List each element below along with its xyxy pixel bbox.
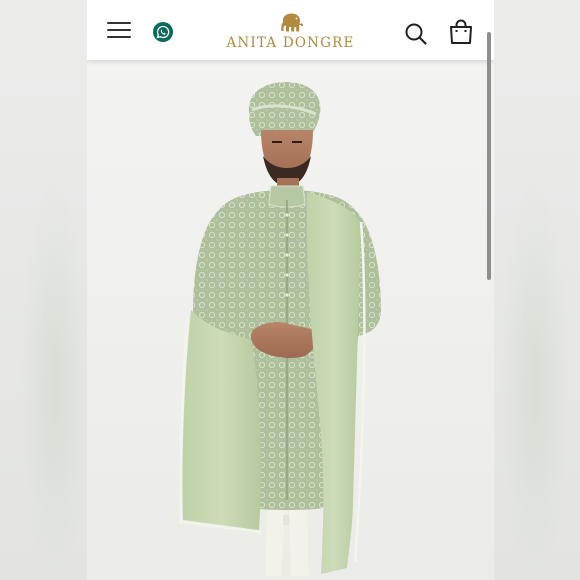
site-header: ANITA DONGRE	[87, 0, 494, 60]
elephant-logo-icon	[280, 13, 303, 32]
page-scrollbar[interactable]	[485, 0, 494, 580]
shopping-bag-icon[interactable]	[449, 19, 473, 45]
scrollbar-thumb[interactable]	[487, 32, 491, 280]
whatsapp-icon[interactable]	[153, 22, 173, 42]
brand-logo-link[interactable]: ANITA DONGRE	[217, 12, 364, 54]
mobile-viewport: ANITA DONGRE	[87, 0, 494, 580]
search-icon[interactable]	[404, 22, 428, 46]
blurred-backdrop-right	[494, 0, 580, 580]
menu-icon[interactable]	[107, 22, 131, 42]
model-in-sherwani-image	[87, 60, 494, 580]
product-hero-image[interactable]	[87, 60, 494, 580]
blurred-backdrop-left	[0, 0, 90, 580]
brand-name: ANITA DONGRE	[226, 35, 355, 51]
